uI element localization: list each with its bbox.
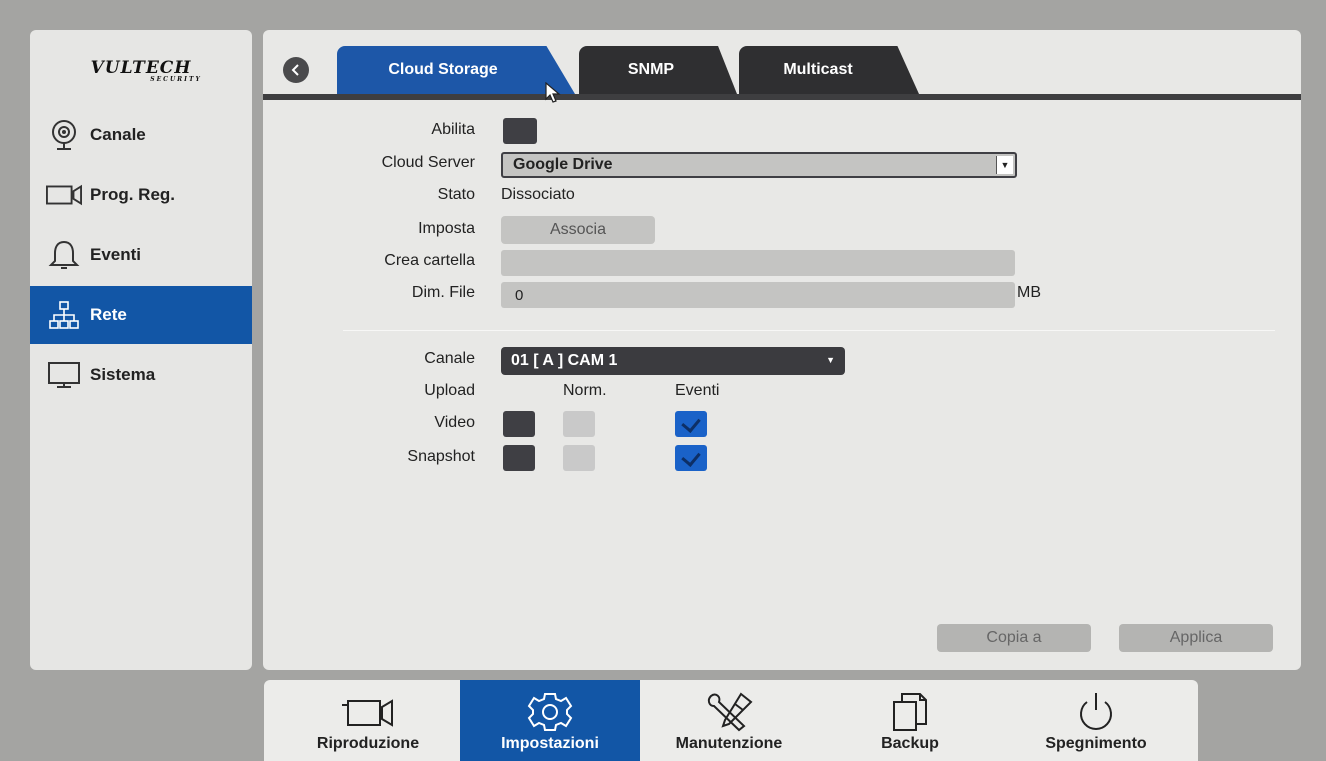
webcam-icon (46, 119, 82, 151)
mouse-cursor-icon (545, 82, 561, 103)
bottom-item-impostazioni[interactable]: Impostazioni (460, 680, 640, 761)
associate-button[interactable]: Associa (501, 216, 655, 244)
copy-to-button[interactable]: Copia a (937, 624, 1091, 652)
monitor-icon (46, 359, 82, 391)
settings-panel: Cloud Storage SNMP Multicast Abilita Clo… (263, 30, 1301, 670)
enable-label: Abilita (431, 121, 475, 138)
status-value: Dissociato (501, 186, 575, 203)
sidebar-item-label: Rete (90, 305, 127, 324)
section-divider (343, 330, 1275, 331)
network-icon (46, 299, 82, 331)
create-folder-input[interactable] (501, 250, 1015, 276)
chevron-left-icon (291, 64, 299, 76)
tab-label: Multicast (783, 61, 853, 78)
tab-bar: Cloud Storage SNMP Multicast (263, 30, 1301, 103)
video-norm-checkbox[interactable] (563, 411, 595, 437)
bottom-item-manutenzione[interactable]: Manutenzione (640, 680, 818, 761)
sidebar-item-label: Eventi (90, 245, 142, 264)
tab-snmp[interactable]: SNMP (579, 46, 737, 94)
video-label: Video (434, 414, 475, 431)
bottom-item-backup[interactable]: Backup (818, 680, 1002, 761)
file-size-unit: MB (1017, 284, 1041, 301)
channel-select[interactable]: 01 [ A ] CAM 1 ▼ (501, 347, 845, 375)
video-events-checkbox[interactable] (675, 411, 707, 437)
set-label: Imposta (418, 220, 475, 237)
sidebar-item-sistema[interactable]: Sistema (30, 346, 252, 404)
video-enable-checkbox[interactable] (503, 411, 535, 437)
cloud-server-select[interactable]: Google Drive ▼ (501, 152, 1017, 178)
snapshot-norm-checkbox[interactable] (563, 445, 595, 471)
copy-icon (890, 689, 930, 735)
sidebar-item-canale[interactable]: Canale (30, 106, 252, 164)
upload-label: Upload (424, 382, 475, 399)
sidebar-item-label: Canale (90, 125, 146, 144)
file-size-input[interactable]: 0 (501, 282, 1015, 308)
logo-text: VULTECH (90, 58, 192, 78)
chevron-down-icon: ▼ (826, 355, 835, 365)
sidebar-item-eventi[interactable]: Eventi (30, 226, 252, 284)
norm-header: Norm. (563, 382, 607, 399)
status-label: Stato (437, 186, 475, 203)
snapshot-enable-checkbox[interactable] (503, 445, 535, 471)
cloud-server-value: Google Drive (513, 156, 613, 173)
sidebar-item-rete[interactable]: Rete (30, 286, 252, 344)
bottom-item-riproduzione[interactable]: Riproduzione (274, 680, 462, 761)
bottom-item-label: Spegnimento (1045, 735, 1147, 752)
enable-checkbox[interactable] (503, 118, 537, 144)
file-size-label: Dim. File (411, 284, 475, 301)
bottom-item-label: Riproduzione (316, 735, 420, 752)
logo: VULTECH SECURITY (30, 58, 252, 83)
create-folder-label: Crea cartella (384, 252, 475, 269)
tab-label: SNMP (627, 61, 675, 78)
bottom-menu-bar: Riproduzione Impostazioni Manutenzione B… (264, 680, 1198, 761)
bell-icon (46, 239, 82, 271)
bottom-item-label: Backup (881, 735, 939, 752)
channel-value: 01 [ A ] CAM 1 (511, 352, 618, 369)
apply-button[interactable]: Applica (1119, 624, 1273, 652)
cloud-server-label: Cloud Server (381, 154, 475, 171)
camera-icon (46, 179, 82, 211)
snapshot-label: Snapshot (407, 448, 475, 465)
sidebar-item-prog-reg[interactable]: Prog. Reg. (30, 166, 252, 224)
tab-label: Cloud Storage (388, 61, 498, 78)
back-button[interactable] (283, 57, 309, 83)
tab-multicast[interactable]: Multicast (739, 46, 919, 94)
camera-icon (340, 689, 396, 735)
bottom-item-label: Manutenzione (675, 735, 783, 752)
bottom-item-label: Impostazioni (501, 735, 599, 752)
sidebar: VULTECH SECURITY Canale Prog. Reg. Event… (30, 30, 252, 670)
channel-label: Canale (424, 350, 475, 367)
snapshot-events-checkbox[interactable] (675, 445, 707, 471)
tab-cloud-storage[interactable]: Cloud Storage (337, 46, 575, 94)
bottom-item-spegnimento[interactable]: Spegnimento (1002, 680, 1190, 761)
sidebar-item-label: Sistema (90, 365, 156, 384)
tools-icon (699, 689, 759, 735)
events-header: Eventi (675, 382, 720, 399)
gear-icon (525, 689, 575, 735)
chevron-down-icon: ▼ (996, 156, 1013, 174)
sidebar-item-label: Prog. Reg. (90, 185, 176, 204)
power-icon (1074, 689, 1118, 735)
